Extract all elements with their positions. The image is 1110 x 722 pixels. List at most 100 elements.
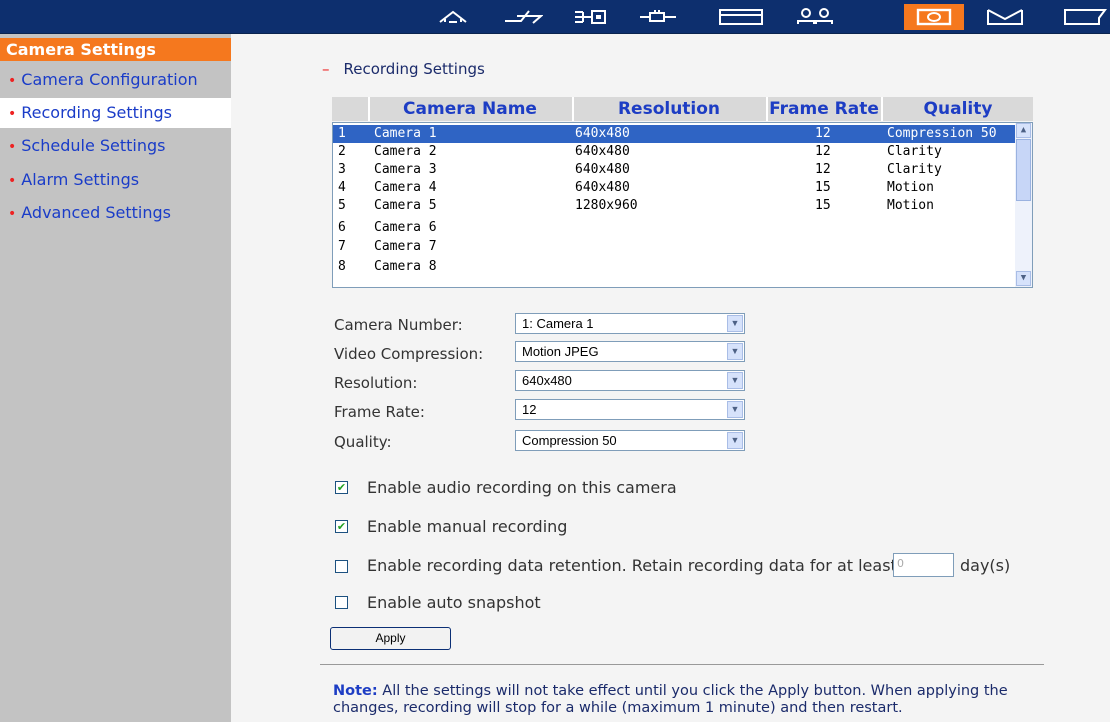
camera-row[interactable]: 2 Camera 2 640x480 12 Clarity — [333, 143, 1016, 161]
auto-snapshot-label: Enable auto snapshot — [367, 593, 541, 612]
scroll-thumb[interactable] — [1016, 139, 1031, 201]
camera-row-number: 3 — [338, 162, 346, 177]
plug-icon[interactable] — [633, 6, 683, 28]
camera-row[interactable]: 6 Camera 6 — [333, 219, 1016, 237]
data-retention-checkbox[interactable] — [335, 560, 348, 573]
frame-rate-value: 12 — [522, 402, 537, 417]
device-icon[interactable] — [565, 6, 615, 28]
frame-rate-select[interactable]: 12 ▼ — [515, 399, 745, 420]
camera-row-number: 5 — [338, 198, 346, 213]
chevron-down-icon[interactable]: ▼ — [727, 372, 743, 389]
camera-row-resolution: 640x480 — [575, 180, 630, 195]
frame-rate-label: Frame Rate: — [334, 403, 425, 421]
chevron-down-icon[interactable]: ▼ — [727, 315, 743, 332]
camera-row-quality: Compression 50 — [887, 126, 997, 141]
camera-row-name: Camera 1 — [374, 126, 437, 141]
sidebar-item-label: Recording Settings — [21, 103, 172, 122]
chevron-down-icon[interactable]: ▼ — [727, 401, 743, 418]
home-icon[interactable] — [428, 6, 478, 28]
camera-row-quality: Clarity — [887, 162, 942, 177]
resolution-value: 640x480 — [522, 373, 572, 388]
bullet-icon: • — [8, 206, 17, 222]
camera-table-header: Camera Name Resolution Frame Rate Qualit… — [332, 97, 1033, 121]
manual-recording-checkbox[interactable]: ✔ — [335, 520, 348, 533]
sidebar-item-camera-configuration[interactable]: • Camera Configuration — [0, 65, 231, 95]
camera-icon[interactable] — [904, 4, 964, 30]
quality-value: Compression 50 — [522, 433, 617, 448]
camera-row[interactable]: 8 Camera 8 — [333, 258, 1016, 276]
chevron-down-icon[interactable]: ▼ — [727, 432, 743, 449]
camera-row[interactable]: 5 Camera 5 1280x960 15 Motion — [333, 197, 1016, 215]
note-body: All the settings will not take effect un… — [333, 683, 1008, 716]
camera-row-resolution: 640x480 — [575, 126, 630, 141]
camera-row-resolution: 640x480 — [575, 144, 630, 159]
video-compression-value: Motion JPEG — [522, 344, 599, 359]
camera-list[interactable]: 1 Camera 1 640x480 12 Compression 50 2 C… — [332, 122, 1033, 288]
retention-days-unit: day(s) — [960, 556, 1011, 575]
camera-row-name: Camera 3 — [374, 162, 437, 177]
camera-row[interactable]: 1 Camera 1 640x480 12 Compression 50 — [333, 125, 1016, 143]
camera-list-scrollbar[interactable]: ▲ ▼ — [1015, 123, 1032, 287]
camera-row-resolution: 640x480 — [575, 162, 630, 177]
note-prefix: Note: — [333, 683, 378, 699]
camera-number-select[interactable]: 1: Camera 1 ▼ — [515, 313, 745, 334]
resolution-select[interactable]: 640x480 ▼ — [515, 370, 745, 391]
sidebar-item-label: Advanced Settings — [21, 203, 172, 222]
camera-row-number: 2 — [338, 144, 346, 159]
retention-days-input[interactable]: 0 — [893, 553, 954, 577]
quality-label: Quality: — [334, 433, 392, 451]
sidebar-item-advanced-settings[interactable]: • Advanced Settings — [0, 198, 231, 228]
audio-recording-checkbox[interactable]: ✔ — [335, 481, 348, 494]
auto-snapshot-checkbox[interactable] — [335, 596, 348, 609]
camera-row-number: 1 — [338, 126, 346, 141]
sidebar-item-recording-settings[interactable]: • Recording Settings — [0, 98, 231, 128]
column-header-quality: Quality — [923, 99, 993, 119]
top-toolbar — [0, 0, 1110, 34]
resolution-label: Resolution: — [334, 374, 418, 392]
camera-row-frame-rate: 12 — [815, 126, 831, 141]
apply-button[interactable]: Apply — [330, 627, 451, 650]
network-icon[interactable] — [498, 6, 548, 28]
video-compression-select[interactable]: Motion JPEG ▼ — [515, 341, 745, 362]
bullet-icon: • — [8, 139, 17, 155]
camera-row-quality: Motion — [887, 198, 934, 213]
camera-row-name: Camera 5 — [374, 198, 437, 213]
column-header-resolution: Resolution — [617, 99, 721, 119]
bullet-icon: • — [8, 173, 17, 189]
folder-icon[interactable] — [1060, 6, 1110, 28]
camera-row[interactable]: 4 Camera 4 640x480 15 Motion — [333, 179, 1016, 197]
camera-row-name: Camera 8 — [374, 259, 437, 274]
sidebar-item-label: Schedule Settings — [21, 136, 166, 155]
section-title: – Recording Settings — [322, 60, 485, 78]
quality-select[interactable]: Compression 50 ▼ — [515, 430, 745, 451]
camera-row-resolution: 1280x960 — [575, 198, 638, 213]
camera-row-quality: Motion — [887, 180, 934, 195]
users-icon[interactable] — [790, 6, 840, 28]
sidebar-item-label: Alarm Settings — [21, 170, 140, 189]
note-text: Note: All the settings will not take eff… — [333, 683, 1053, 717]
camera-row[interactable]: 3 Camera 3 640x480 12 Clarity — [333, 161, 1016, 179]
disk-icon[interactable] — [716, 6, 766, 28]
column-header-camera-name: Camera Name — [403, 99, 537, 119]
camera-number-label: Camera Number: — [334, 316, 463, 334]
data-retention-label: Enable recording data retention. Retain … — [367, 556, 897, 575]
camera-row-number: 4 — [338, 180, 346, 195]
camera-row-number: 7 — [338, 239, 346, 254]
mail-icon[interactable] — [980, 6, 1030, 28]
audio-recording-label: Enable audio recording on this camera — [367, 478, 677, 497]
camera-row-number: 8 — [338, 259, 346, 274]
sidebar-item-alarm-settings[interactable]: • Alarm Settings — [0, 165, 231, 195]
chevron-down-icon[interactable]: ▼ — [727, 343, 743, 360]
scroll-up-icon[interactable]: ▲ — [1016, 123, 1031, 138]
video-compression-label: Video Compression: — [334, 345, 484, 363]
manual-recording-label: Enable manual recording — [367, 517, 568, 536]
sidebar: Camera Settings • Camera Configuration • R… — [0, 34, 231, 722]
divider — [320, 664, 1044, 665]
sidebar-item-label: Camera Configuration — [21, 70, 198, 89]
scroll-down-icon[interactable]: ▼ — [1016, 271, 1031, 286]
sidebar-header: Camera Settings — [0, 38, 231, 61]
camera-row[interactable]: 7 Camera 7 — [333, 238, 1016, 256]
camera-row-frame-rate: 15 — [815, 180, 831, 195]
camera-row-name: Camera 2 — [374, 144, 437, 159]
sidebar-item-schedule-settings[interactable]: • Schedule Settings — [0, 131, 231, 161]
